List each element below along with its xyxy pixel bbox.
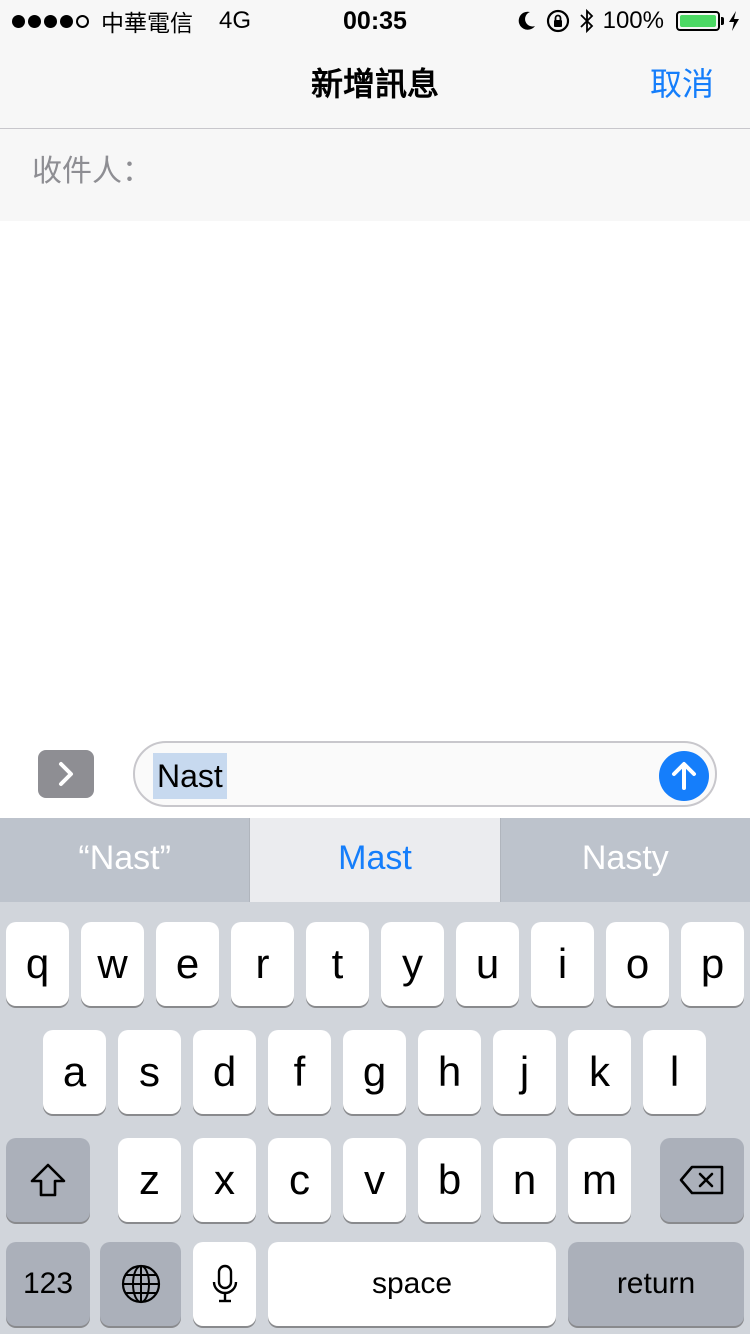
delete-key[interactable] — [660, 1138, 744, 1222]
key[interactable]: k — [568, 1030, 631, 1114]
shift-icon — [30, 1163, 66, 1197]
key[interactable]: i — [531, 922, 594, 1006]
globe-icon — [121, 1264, 160, 1304]
key[interactable]: n — [493, 1138, 556, 1222]
key[interactable]: r — [231, 922, 294, 1006]
compose-bar: Nast — [0, 731, 750, 818]
backspace-icon — [679, 1165, 724, 1195]
status-bar: 中華電信 4G 00:35 100% — [0, 0, 750, 40]
key[interactable]: m — [568, 1138, 631, 1222]
message-area — [0, 221, 750, 731]
key[interactable]: j — [493, 1030, 556, 1114]
suggestion-primary[interactable]: Mast — [249, 818, 501, 902]
key[interactable]: h — [418, 1030, 481, 1114]
key[interactable]: b — [418, 1138, 481, 1222]
suggestion-literal[interactable]: “Nast” — [0, 818, 249, 902]
key[interactable]: d — [193, 1030, 256, 1114]
key[interactable]: g — [343, 1030, 406, 1114]
key[interactable]: q — [6, 922, 69, 1006]
battery-fill — [680, 15, 716, 27]
key[interactable]: l — [643, 1030, 706, 1114]
suggestion-alternate[interactable]: Nasty — [501, 818, 750, 902]
key[interactable]: v — [343, 1138, 406, 1222]
expand-apps-button[interactable] — [38, 750, 94, 798]
arrow-up-icon — [672, 762, 696, 790]
keyboard: “Nast” Mast Nasty q w e r t y u i o p a … — [0, 818, 750, 1334]
key[interactable]: c — [268, 1138, 331, 1222]
nav-bar: 新增訊息 取消 — [0, 40, 750, 129]
key[interactable]: x — [193, 1138, 256, 1222]
message-input[interactable]: Nast — [133, 741, 717, 807]
key[interactable]: w — [81, 922, 144, 1006]
bluetooth-icon — [579, 8, 593, 34]
predictive-bar: “Nast” Mast Nasty — [0, 818, 750, 902]
numbers-key[interactable]: 123 — [6, 1242, 90, 1326]
shift-key[interactable] — [6, 1138, 90, 1222]
cancel-button[interactable]: 取消 — [650, 40, 714, 128]
key[interactable]: a — [43, 1030, 106, 1114]
chevron-right-icon — [59, 762, 73, 786]
microphone-icon — [212, 1264, 237, 1303]
charging-icon — [729, 11, 739, 31]
rotation-lock-icon — [546, 9, 569, 33]
key[interactable]: y — [381, 922, 444, 1006]
battery-icon — [676, 11, 724, 31]
battery-percent: 100% — [602, 7, 664, 34]
key[interactable]: p — [681, 922, 744, 1006]
page-title: 新增訊息 — [310, 65, 439, 103]
dictation-key[interactable] — [193, 1242, 256, 1326]
return-key[interactable]: return — [568, 1242, 744, 1326]
key[interactable]: t — [306, 922, 369, 1006]
key[interactable]: o — [606, 922, 669, 1006]
space-key[interactable]: space — [268, 1242, 556, 1326]
recipient-field[interactable]: 收件人： — [0, 129, 750, 221]
moon-icon — [518, 11, 535, 30]
key[interactable]: z — [118, 1138, 181, 1222]
globe-key[interactable] — [100, 1242, 181, 1326]
send-button[interactable] — [659, 751, 709, 801]
message-text: Nast — [153, 753, 227, 799]
key[interactable]: e — [156, 922, 219, 1006]
status-right: 100% — [517, 6, 740, 36]
key[interactable]: f — [268, 1030, 331, 1114]
key[interactable]: u — [456, 922, 519, 1006]
key[interactable]: s — [118, 1030, 181, 1114]
recipient-label: 收件人： — [32, 154, 152, 189]
